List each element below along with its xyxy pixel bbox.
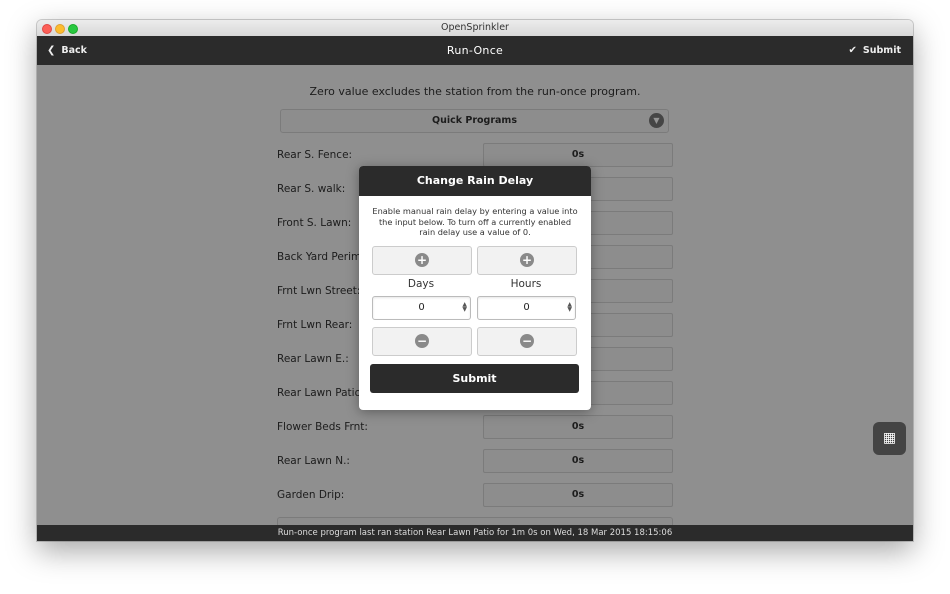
dialog-title: Change Rain Delay <box>359 166 591 196</box>
hours-decrement-button[interactable]: − <box>477 327 577 356</box>
days-input[interactable]: 0 ▲ ▼ <box>372 296 471 320</box>
grid-menu-button[interactable]: ▦ <box>873 422 906 455</box>
minus-circle-icon: − <box>415 334 429 348</box>
checkmark-icon: ✔ <box>848 45 857 56</box>
spinner-icon[interactable]: ▲ ▼ <box>567 302 572 313</box>
days-label: Days <box>407 278 435 290</box>
hours-increment-button[interactable]: + <box>477 246 577 275</box>
close-window-button[interactable] <box>42 24 52 34</box>
app-header: ❮ Back Run-Once ✔ Submit <box>37 36 913 65</box>
days-increment-button[interactable]: + <box>372 246 472 275</box>
rain-delay-dialog: Change Rain Delay Enable manual rain del… <box>359 166 591 410</box>
grid-icon: ▦ <box>882 430 897 446</box>
dialog-description: Enable manual rain delay by entering a v… <box>372 206 578 237</box>
days-decrement-button[interactable]: − <box>372 327 472 356</box>
window-titlebar: OpenSprinkler <box>37 20 913 37</box>
hours-input[interactable]: 0 ▲ ▼ <box>477 296 576 320</box>
plus-circle-icon: + <box>520 253 534 267</box>
app-window: OpenSprinkler ❮ Back Run-Once ✔ Submit Zer… <box>37 20 913 541</box>
rain-delay-submit-button[interactable]: Submit <box>370 364 579 393</box>
plus-circle-icon: + <box>415 253 429 267</box>
spinner-icon[interactable]: ▲ ▼ <box>462 302 467 313</box>
hours-label: Hours <box>510 278 542 290</box>
maximize-window-button[interactable] <box>68 24 78 34</box>
window-title: OpenSprinkler <box>441 22 509 33</box>
days-value: 0 <box>418 302 425 313</box>
minus-circle-icon: − <box>520 334 534 348</box>
minimize-window-button[interactable] <box>55 24 65 34</box>
hours-value: 0 <box>523 302 530 313</box>
header-submit-label: Submit <box>862 45 901 56</box>
status-bar: Run-once program last ran station Rear L… <box>37 525 913 541</box>
page-title: Run-Once <box>446 44 504 57</box>
header-submit-button[interactable]: ✔ Submit <box>849 36 902 65</box>
